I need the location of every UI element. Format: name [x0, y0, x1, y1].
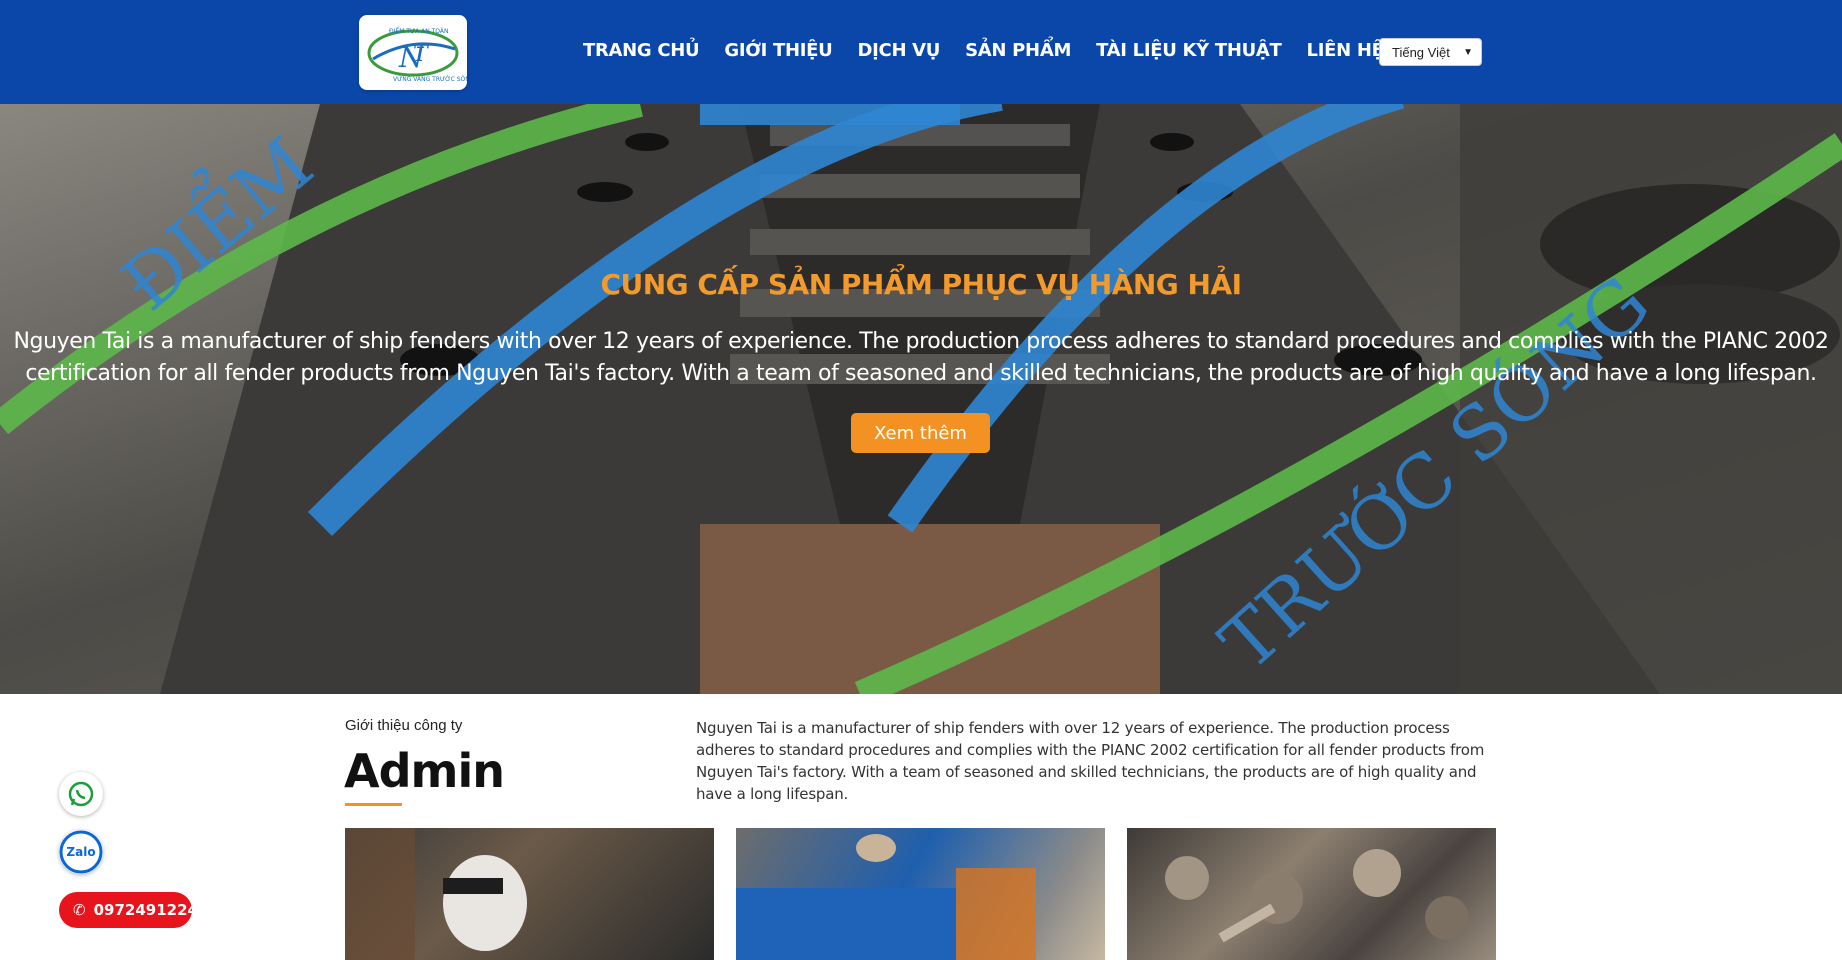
hero-title: CUNG CẤP SẢN PHẨM PHỤC VỤ HÀNG HẢI	[600, 268, 1242, 301]
svg-text:ĐIỂM TỰA AN TOÀN: ĐIỂM TỰA AN TOÀN	[389, 27, 449, 35]
hero-background-image: ĐIỂM TRƯỚC SÓNG	[0, 104, 1842, 694]
svg-text:T: T	[413, 42, 430, 67]
zalo-icon: Zalo	[59, 830, 103, 874]
svg-text:VỮNG VÀNG TRƯỚC SÓNG: VỮNG VÀNG TRƯỚC SÓNG	[393, 76, 467, 83]
whatsapp-icon	[68, 781, 94, 807]
nav-technical-docs[interactable]: TÀI LIỆU KỸ THUẬT	[1096, 40, 1282, 61]
site-logo[interactable]: N T ĐIỂM TỰA AN TOÀN VỮNG VÀNG TRƯỚC SÓN…	[359, 15, 475, 90]
phone-call-button[interactable]: ✆ 0972491224	[59, 892, 198, 928]
nav-about[interactable]: GIỚI THIỆU	[724, 40, 832, 61]
about-title-underline	[345, 803, 402, 806]
see-more-button[interactable]: Xem thêm	[851, 413, 990, 453]
language-select-value: Tiếng Việt	[1392, 44, 1450, 60]
about-description: Nguyen Tai is a manufacturer of ship fen…	[696, 719, 1485, 803]
nav-home[interactable]: TRANG CHỦ	[583, 40, 700, 61]
nav-products[interactable]: SẢN PHẨM	[965, 40, 1071, 61]
zalo-label: Zalo	[66, 845, 95, 859]
phone-number: 0972491224	[93, 901, 198, 919]
hero-description-line-1: Nguyen Tai is a manufacturer of ship fen…	[13, 329, 1829, 354]
zalo-button[interactable]: Zalo	[59, 830, 103, 874]
language-select[interactable]: Tiếng Việt ▼	[1379, 38, 1482, 66]
hero-banner: ĐIỂM TRƯỚC SÓNG CUNG CẤP SẢN PHẨM PHỤC V…	[0, 104, 1842, 694]
whatsapp-button[interactable]	[59, 772, 103, 816]
hero-description-line-2: certification for all fender products fr…	[25, 361, 1817, 386]
about-image-1[interactable]	[345, 828, 714, 960]
about-subtitle: Giới thiệu công ty	[345, 717, 463, 734]
site-header: N T ĐIỂM TỰA AN TOÀN VỮNG VÀNG TRƯỚC SÓN…	[0, 0, 1842, 104]
nav-services[interactable]: DỊCH VỤ	[858, 40, 941, 61]
chevron-down-icon: ▼	[1463, 46, 1473, 58]
about-image-2[interactable]	[736, 828, 1105, 960]
main-nav: TRANG CHỦ GIỚI THIỆU DỊCH VỤ SẢN PHẨM TÀ…	[583, 40, 1384, 61]
phone-icon: ✆	[73, 901, 86, 919]
hero-description: Nguyen Tai is a manufacturer of ship fen…	[0, 326, 1842, 390]
nav-contact[interactable]: LIÊN HỆ	[1307, 40, 1384, 61]
about-title: Admin	[344, 744, 505, 798]
about-image-3[interactable]	[1127, 828, 1496, 960]
